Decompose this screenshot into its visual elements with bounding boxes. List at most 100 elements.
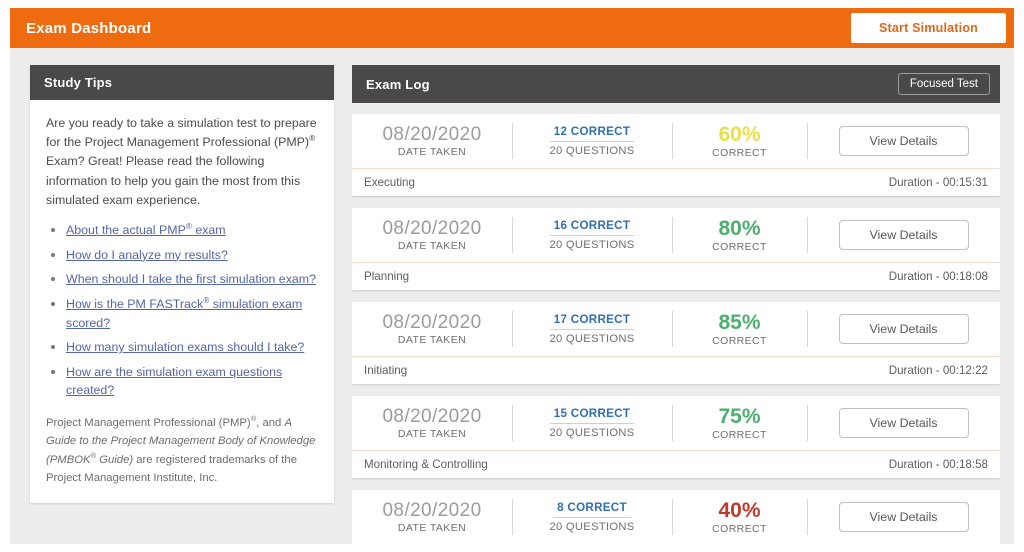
view-details-button[interactable]: View Details (838, 126, 969, 156)
date-cell: 08/20/2020 DATE TAKEN (352, 208, 512, 262)
list-item: About the actual PMP® exam (66, 221, 318, 240)
exam-log-row: 08/20/2020 DATE TAKEN 12 CORRECT 20 QUESTIO… (352, 114, 1000, 196)
date-cell: 08/20/2020 DATE TAKEN (352, 302, 512, 356)
link-text-before: How is the PM FASTrack (66, 296, 204, 311)
focused-test-button[interactable]: Focused Test (897, 73, 990, 95)
study-tip-link[interactable]: How are the simulation exam questions cr… (66, 365, 282, 398)
exam-date: 08/20/2020 (382, 499, 482, 521)
study-tips-link-list: About the actual PMP® exam How do I anal… (46, 221, 318, 400)
correct-count: 17 CORRECT (549, 313, 635, 330)
score-cell: 12 CORRECT 20 QUESTIONS (512, 114, 672, 168)
date-taken-label: DATE TAKEN (397, 334, 467, 347)
content-area: Study Tips Are you ready to take a simul… (10, 48, 1014, 544)
link-text-before: How many simulation exams should I take? (66, 340, 305, 355)
exam-log-title: Exam Log (366, 76, 430, 92)
study-tip-link[interactable]: How is the PM FASTrack® simulation exam … (66, 296, 302, 329)
study-tips-intro: Are you ready to take a simulation test … (46, 114, 318, 210)
exam-duration: Duration - 00:12:22 (888, 364, 988, 377)
percent-cell: 75% CORRECT (672, 396, 807, 450)
action-cell: View Details (807, 114, 1000, 168)
date-cell: 08/20/2020 DATE TAKEN (352, 114, 512, 168)
correct-label: CORRECT (712, 147, 767, 160)
correct-count: 16 CORRECT (549, 219, 635, 236)
study-tip-link[interactable]: About the actual PMP® exam (66, 222, 226, 238)
exam-duration: Duration - 00:18:08 (888, 270, 988, 283)
list-item: How are the simulation exam questions cr… (66, 363, 318, 400)
score-cell: 16 CORRECT 20 QUESTIONS (512, 208, 672, 262)
intro-text-2: Exam? Great! Please read the following i… (46, 154, 301, 207)
legal-text-1: Project Management Professional (PMP) (46, 416, 251, 429)
question-count: 20 QUESTIONS (549, 333, 635, 345)
correct-label: CORRECT (712, 335, 767, 348)
study-tips-body: Are you ready to take a simulation test … (30, 100, 334, 504)
exam-date: 08/20/2020 (382, 311, 482, 333)
view-details-button[interactable]: View Details (838, 220, 969, 250)
exam-row-footer: Monitoring & Controlling Duration - 00:18… (352, 451, 1000, 478)
exam-row-main: 08/20/2020 DATE TAKEN 12 CORRECT 20 QUESTIO… (352, 114, 1000, 169)
correct-label: CORRECT (712, 429, 767, 442)
action-cell: View Details (807, 490, 1000, 544)
percent-cell: 40% CORRECT (672, 490, 807, 544)
question-count: 20 QUESTIONS (549, 145, 635, 157)
date-taken-label: DATE TAKEN (397, 428, 467, 441)
link-text-before: About the actual PMP (66, 223, 186, 238)
process-group: Initiating (364, 364, 408, 377)
study-tip-link[interactable]: How many simulation exams should I take? (66, 340, 304, 354)
list-item: When should I take the first simulation … (66, 270, 318, 289)
top-bar: Exam Dashboard Start Simulation (10, 8, 1014, 48)
intro-text-1: Are you ready to take a simulation test … (46, 116, 317, 150)
exam-log-row: 08/20/2020 DATE TAKEN 17 CORRECT 20 QUESTIO… (352, 302, 1000, 384)
question-count: 20 QUESTIONS (549, 521, 635, 533)
date-taken-label: DATE TAKEN (397, 240, 467, 253)
study-tips-header: Study Tips (30, 65, 334, 100)
exam-log-panel: Exam Log Focused Test 08/20/2020 DATE TAK… (352, 65, 1000, 544)
start-simulation-button[interactable]: Start Simulation (850, 13, 1006, 43)
date-cell: 08/20/2020 DATE TAKEN (352, 490, 512, 544)
page-title: Exam Dashboard (26, 19, 152, 37)
exam-date: 08/20/2020 (382, 217, 482, 239)
exam-date: 08/20/2020 (382, 405, 482, 427)
trademark-notice: Project Management Professional (PMP)®, … (46, 414, 318, 487)
view-details-button[interactable]: View Details (838, 502, 969, 532)
percent-cell: 85% CORRECT (672, 302, 807, 356)
exam-dashboard-page: Exam Dashboard Start Simulation Study Ti… (0, 0, 1024, 552)
process-group: Planning (364, 270, 410, 283)
exam-date: 08/20/2020 (382, 123, 482, 145)
link-text-before: When should I take the first simulation … (66, 272, 316, 287)
percent-correct: 60% (718, 122, 761, 146)
exam-row-main: 08/20/2020 DATE TAKEN 15 CORRECT 20 QUESTIO… (352, 396, 1000, 451)
list-item: How do I analyze my results? (66, 246, 318, 265)
list-item: How is the PM FASTrack® simulation exam … (66, 295, 318, 332)
correct-label: CORRECT (712, 241, 767, 254)
score-cell: 17 CORRECT 20 QUESTIONS (512, 302, 672, 356)
exam-row-footer: Executing Duration - 00:15:31 (352, 169, 1000, 196)
percent-correct: 80% (718, 216, 761, 240)
action-cell: View Details (807, 396, 1000, 450)
exam-duration: Duration - 00:18:58 (888, 458, 988, 471)
exam-row-main: 08/20/2020 DATE TAKEN 8 CORRECT 20 QUESTION… (352, 490, 1000, 544)
correct-label: CORRECT (712, 523, 767, 536)
study-tips-panel: Study Tips Are you ready to take a simul… (30, 65, 334, 504)
view-details-button[interactable]: View Details (838, 408, 969, 438)
list-item: How many simulation exams should I take? (66, 338, 318, 357)
process-group: Executing (364, 176, 415, 189)
correct-count: 15 CORRECT (549, 407, 635, 424)
study-tip-link[interactable]: When should I take the first simulation … (66, 272, 316, 286)
exam-log-row: 08/20/2020 DATE TAKEN 8 CORRECT 20 QUESTION… (352, 490, 1000, 544)
exam-log-row: 08/20/2020 DATE TAKEN 16 CORRECT 20 QUESTIO… (352, 208, 1000, 290)
date-cell: 08/20/2020 DATE TAKEN (352, 396, 512, 450)
percent-cell: 60% CORRECT (672, 114, 807, 168)
exam-row-main: 08/20/2020 DATE TAKEN 17 CORRECT 20 QUESTIO… (352, 302, 1000, 357)
question-count: 20 QUESTIONS (549, 239, 635, 251)
study-tip-link[interactable]: How do I analyze my results? (66, 248, 228, 262)
exam-row-footer: Planning Duration - 00:18:08 (352, 263, 1000, 290)
view-details-button[interactable]: View Details (838, 314, 969, 344)
percent-correct: 75% (718, 404, 761, 428)
correct-count: 8 CORRECT (553, 501, 631, 518)
process-group: Monitoring & Controlling (364, 458, 488, 471)
question-count: 20 QUESTIONS (549, 427, 635, 439)
correct-count: 12 CORRECT (549, 125, 635, 142)
score-cell: 8 CORRECT 20 QUESTIONS (512, 490, 672, 544)
exam-log-list[interactable]: 08/20/2020 DATE TAKEN 12 CORRECT 20 QUESTIO… (352, 114, 1000, 544)
action-cell: View Details (807, 302, 1000, 356)
